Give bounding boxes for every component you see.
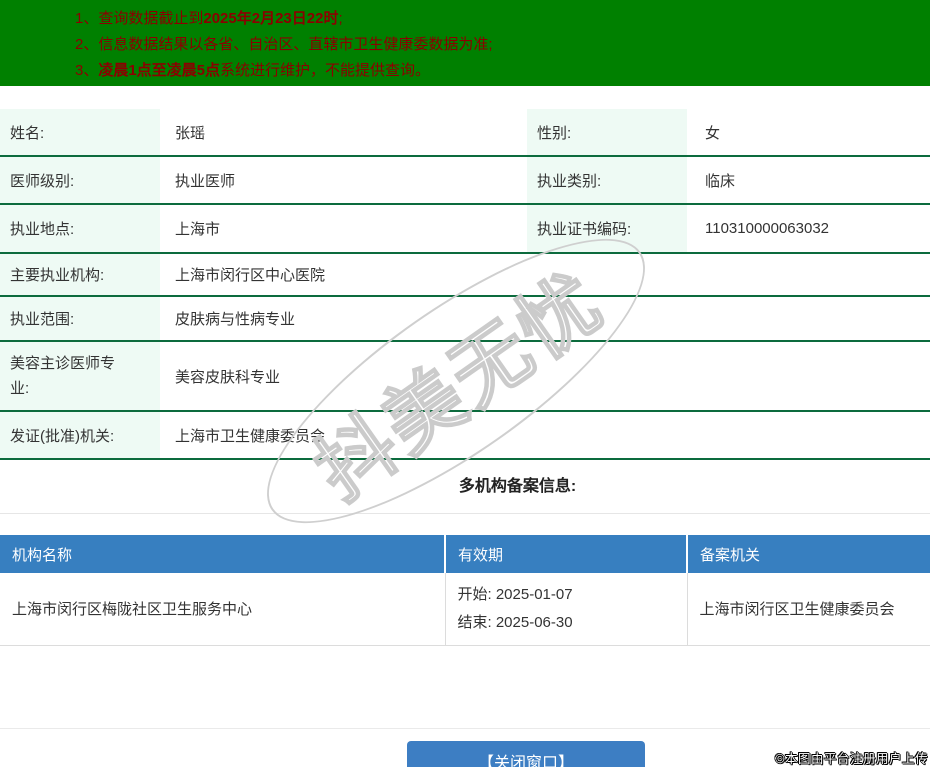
multi-org-section-title: 多机构备案信息: <box>0 460 930 514</box>
name-value: 张瑶 <box>160 109 527 157</box>
validity-start: 开始: 2025-01-07 <box>457 585 573 603</box>
close-window-button[interactable]: 【关闭窗口】 <box>407 741 645 767</box>
doctor-level-value: 执业医师 <box>160 156 527 205</box>
gender-value: 女 <box>687 109 930 157</box>
cosmetic-specialty-value: 美容皮肤科专业 <box>160 341 930 412</box>
table-row: 执业地点: 上海市 执业证书编码: 110310000063032 <box>0 204 930 254</box>
practitioner-query-result-page: 1、查询数据截止到2025年2月23日22时; 2、信息数据结果以各省、自治区、… <box>0 0 930 767</box>
certificate-number-value: 110310000063032 <box>687 204 930 254</box>
practitioner-info-table: 姓名: 张瑶 性别: 女 医师级别: 执业医师 执业类别: 临床 执业地点: 上… <box>0 109 930 460</box>
issuing-authority-label: 发证(批准)机关: <box>0 411 160 460</box>
main-institution-label: 主要执业机构: <box>0 253 160 297</box>
validity-header: 有效期 <box>444 535 687 573</box>
notice-banner: 1、查询数据截止到2025年2月23日22时; 2、信息数据结果以各省、自治区、… <box>0 0 930 86</box>
table-row: 美容主诊医师专业: 美容皮肤科专业 <box>0 341 930 412</box>
bottom-divider <box>0 646 930 729</box>
filing-authority-header: 备案机关 <box>686 535 930 573</box>
notice-line-2: 2、信息数据结果以各省、自治区、直辖市卫生健康委数据为准; <box>75 36 493 53</box>
table-row: 医师级别: 执业医师 执业类别: 临床 <box>0 156 930 205</box>
table-row: 上海市闵行区梅陇社区卫生服务中心 开始: 2025-01-07 结束: 2025… <box>0 573 930 646</box>
notice-line-1: 1、查询数据截止到2025年2月23日22时; <box>75 10 343 27</box>
table-row: 姓名: 张瑶 性别: 女 <box>0 109 930 157</box>
org-name-cell: 上海市闵行区梅陇社区卫生服务中心 <box>0 573 445 646</box>
validity-end: 结束: 2025-06-30 <box>457 613 573 631</box>
issuing-authority-value: 上海市卫生健康委员会 <box>160 411 930 460</box>
filing-authority-cell: 上海市闵行区卫生健康委员会 <box>686 573 930 646</box>
notice-line-3: 3、凌晨1点至凌晨5点系统进行维护，不能提供查询。 <box>75 62 431 79</box>
table-row: 发证(批准)机关: 上海市卫生健康委员会 <box>0 411 930 460</box>
practice-scope-value: 皮肤病与性病专业 <box>160 296 930 342</box>
cosmetic-specialty-label: 美容主诊医师专业: <box>0 341 160 412</box>
copyright-watermark: ©本图由平台注册用户上传 <box>775 752 928 766</box>
practice-scope-label: 执业范围: <box>0 296 160 342</box>
validity-cell: 开始: 2025-01-07 结束: 2025-06-30 <box>444 573 687 646</box>
main-institution-value: 上海市闵行区中心医院 <box>160 253 930 297</box>
doctor-level-label: 医师级别: <box>0 156 160 205</box>
practice-category-label: 执业类别: <box>527 156 687 205</box>
table-row: 主要执业机构: 上海市闵行区中心医院 <box>0 253 930 297</box>
practice-location-label: 执业地点: <box>0 204 160 254</box>
multi-org-table: 机构名称 有效期 备案机关 上海市闵行区梅陇社区卫生服务中心 开始: 2025-… <box>0 535 930 646</box>
practice-category-value: 临床 <box>687 156 930 205</box>
name-label: 姓名: <box>0 109 160 157</box>
certificate-number-label: 执业证书编码: <box>527 204 687 254</box>
gender-label: 性别: <box>527 109 687 157</box>
org-name-header: 机构名称 <box>0 535 445 573</box>
table-header-row: 机构名称 有效期 备案机关 <box>0 535 930 573</box>
table-row: 执业范围: 皮肤病与性病专业 <box>0 296 930 342</box>
practice-location-value: 上海市 <box>160 204 527 254</box>
